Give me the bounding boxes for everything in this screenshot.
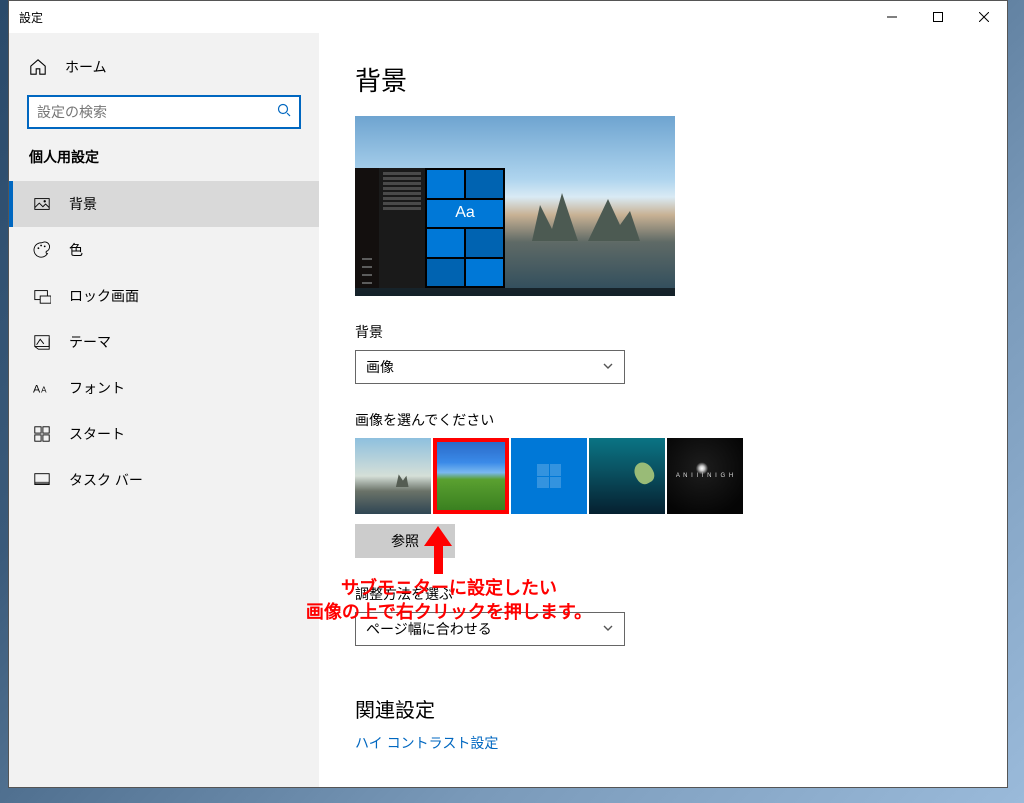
taskbar-icon [33, 471, 51, 489]
background-type-dropdown[interactable]: 画像 [355, 350, 625, 384]
thumbnail-4[interactable] [589, 438, 665, 514]
close-icon [979, 12, 989, 22]
window-title: 設定 [19, 9, 43, 26]
home-link[interactable]: ホーム [9, 45, 319, 89]
search-input[interactable] [37, 104, 277, 120]
minimize-icon [887, 12, 897, 22]
sidebar-list: 背景 色 ロック画面 テーマ AA フォント [9, 181, 319, 503]
start-icon [33, 425, 51, 443]
sidebar-item-start[interactable]: スタート [9, 411, 319, 457]
desktop-preview: Aa [355, 116, 675, 296]
preview-landscape-icon [528, 181, 648, 261]
maximize-button[interactable] [915, 1, 961, 33]
image-thumbnails: A N I I I N I G H [355, 438, 971, 514]
search-wrap [9, 89, 319, 143]
related-settings-title: 関連設定 [355, 694, 971, 723]
sidebar-item-label: 背景 [69, 194, 97, 214]
minimize-button[interactable] [869, 1, 915, 33]
theme-icon [33, 333, 51, 351]
sidebar: ホーム 個人用設定 背景 色 [9, 33, 319, 787]
settings-window: 設定 ホーム [8, 0, 1008, 788]
dropdown-value: 画像 [366, 357, 394, 377]
sidebar-item-label: フォント [69, 378, 125, 398]
titlebar: 設定 [9, 1, 1007, 33]
maximize-icon [933, 12, 943, 22]
page-title: 背景 [355, 61, 971, 98]
choose-image-label: 画像を選んでください [355, 410, 971, 430]
thumbnail-2-highlighted[interactable] [433, 438, 509, 514]
sidebar-item-label: テーマ [69, 332, 111, 352]
sidebar-item-fonts[interactable]: AA フォント [9, 365, 319, 411]
browse-button-label: 参照 [391, 531, 419, 551]
svg-text:A: A [41, 386, 47, 395]
svg-text:A: A [33, 384, 41, 396]
thumbnail-3[interactable] [511, 438, 587, 514]
sidebar-item-taskbar[interactable]: タスク バー [9, 457, 319, 503]
search-icon [277, 103, 291, 122]
sidebar-item-label: 色 [69, 240, 83, 260]
sidebar-item-label: スタート [69, 424, 125, 444]
thumbnail-1[interactable] [355, 438, 431, 514]
sidebar-item-themes[interactable]: テーマ [9, 319, 319, 365]
chevron-down-icon [602, 359, 614, 375]
sidebar-item-background[interactable]: 背景 [9, 181, 319, 227]
browse-button[interactable]: 参照 [355, 524, 455, 558]
dropdown-value: ページ幅に合わせる [366, 619, 492, 639]
lockscreen-icon [33, 287, 51, 305]
home-label: ホーム [65, 57, 107, 77]
home-icon [29, 58, 47, 76]
content-area: ホーム 個人用設定 背景 色 [9, 33, 1007, 787]
font-icon: AA [33, 379, 51, 397]
sidebar-item-colors[interactable]: 色 [9, 227, 319, 273]
chevron-down-icon [602, 621, 614, 637]
category-title: 個人用設定 [9, 143, 319, 181]
sidebar-item-lockscreen[interactable]: ロック画面 [9, 273, 319, 319]
preview-taskbar [355, 288, 675, 296]
thumbnail-5[interactable]: A N I I I N I G H [667, 438, 743, 514]
window-controls [869, 1, 1007, 33]
background-label: 背景 [355, 322, 971, 342]
fit-dropdown[interactable]: ページ幅に合わせる [355, 612, 625, 646]
search-box[interactable] [27, 95, 301, 129]
high-contrast-link[interactable]: ハイ コントラスト設定 [355, 733, 498, 753]
picture-icon [33, 195, 51, 213]
main-panel: 背景 Aa 背景 [319, 33, 1007, 787]
preview-tile-aa: Aa [427, 200, 503, 228]
palette-icon [33, 241, 51, 259]
sidebar-item-label: タスク バー [69, 470, 143, 490]
windows-logo-icon [537, 464, 561, 488]
fit-label: 調整方法を選ぶ [355, 584, 971, 604]
close-button[interactable] [961, 1, 1007, 33]
sidebar-item-label: ロック画面 [69, 286, 139, 306]
preview-start-menu: Aa [355, 168, 505, 288]
